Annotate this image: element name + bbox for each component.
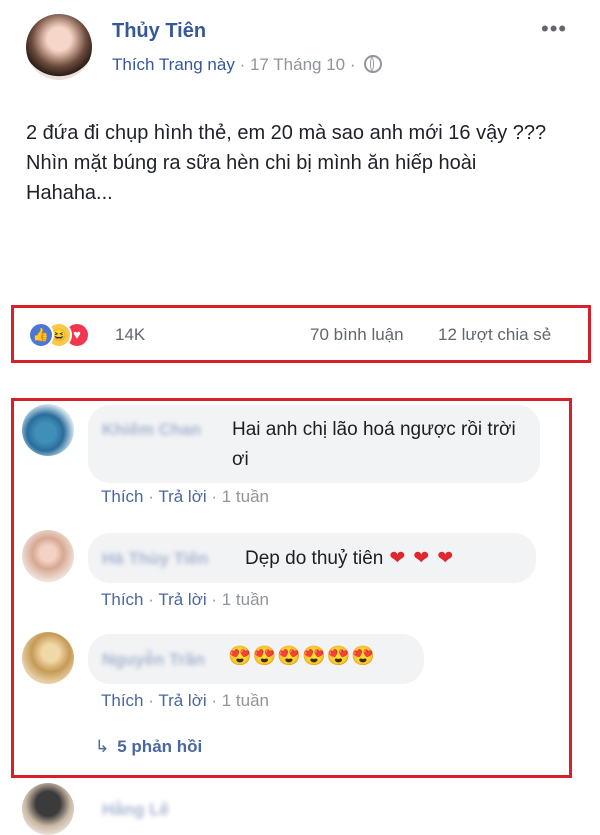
heart-emoji-icons: ❤❤❤ xyxy=(389,548,462,569)
commenter-avatar[interactable] xyxy=(22,632,74,684)
reply-link[interactable]: Trả lời xyxy=(158,691,206,710)
replies-label: 5 phản hồi xyxy=(117,737,203,756)
like-comment-link[interactable]: Thích xyxy=(101,691,144,710)
commenter-avatar[interactable] xyxy=(22,404,74,456)
commenter-name[interactable]: Hằng Lê xyxy=(102,800,169,820)
reply-link[interactable]: Trả lời xyxy=(158,487,206,506)
action-separator: · xyxy=(206,691,222,710)
meta-separator: · xyxy=(234,55,250,74)
commenter-name[interactable]: Nguyễn Trần xyxy=(102,650,205,670)
like-comment-link[interactable]: Thích xyxy=(101,590,144,609)
author-avatar[interactable] xyxy=(26,14,92,80)
post-date[interactable]: 17 Tháng 10 xyxy=(250,55,345,74)
comment-actions: Thích · Trả lời · 1 tuần xyxy=(101,691,269,711)
action-separator: · xyxy=(206,487,222,506)
meta-separator: · xyxy=(345,55,361,74)
action-separator: · xyxy=(143,487,159,506)
comment-actions: Thích · Trả lời · 1 tuần xyxy=(101,590,269,610)
comment-time[interactable]: 1 tuần xyxy=(222,590,269,609)
comment-text: Dẹp do thuỷ tiên ❤❤❤ xyxy=(245,544,461,574)
post-meta: Thích Trang này · 17 Tháng 10 · xyxy=(112,55,383,75)
reply-link[interactable]: Trả lời xyxy=(158,590,206,609)
like-comment-link[interactable]: Thích xyxy=(101,487,144,506)
commenter-name[interactable]: Hà Thùy Tiên xyxy=(102,549,208,569)
like-icon: 👍 xyxy=(28,322,54,348)
commenter-name[interactable]: Khiêm Chan xyxy=(102,420,201,440)
like-page-link[interactable]: Thích Trang này xyxy=(112,55,235,74)
action-separator: · xyxy=(143,691,159,710)
view-replies-link[interactable]: ↳ 5 phản hồi xyxy=(95,737,202,757)
comment-time[interactable]: 1 tuần xyxy=(222,487,269,506)
reply-arrow-icon: ↳ xyxy=(95,737,110,756)
share-count[interactable]: 12 lượt chia sẻ xyxy=(438,325,551,345)
comment-actions: Thích · Trả lời · 1 tuần xyxy=(101,487,269,507)
commenter-avatar[interactable] xyxy=(22,783,74,835)
reaction-icons[interactable]: 👍 😆 ♥ xyxy=(28,322,108,348)
globe-icon[interactable] xyxy=(364,55,383,73)
comment-time[interactable]: 1 tuần xyxy=(222,691,269,710)
action-separator: · xyxy=(143,590,159,609)
comment-text: Hai anh chị lão hoá ngược rồi trời ơi xyxy=(232,419,516,470)
comment-text-body: Dẹp do thuỷ tiên xyxy=(245,548,384,569)
action-separator: · xyxy=(206,590,222,609)
post-text: 2 đứa đi chụp hình thẻ, em 20 mà sao anh… xyxy=(26,122,547,204)
commenter-avatar[interactable] xyxy=(22,530,74,582)
reaction-count[interactable]: 14K xyxy=(115,325,145,345)
heart-eyes-emoji-icons: 😍😍😍😍😍😍 xyxy=(228,646,376,667)
more-options-icon[interactable]: ••• xyxy=(541,18,567,40)
post-author-name[interactable]: Thủy Tiên xyxy=(112,20,206,43)
comment-count[interactable]: 70 bình luận xyxy=(310,325,404,345)
